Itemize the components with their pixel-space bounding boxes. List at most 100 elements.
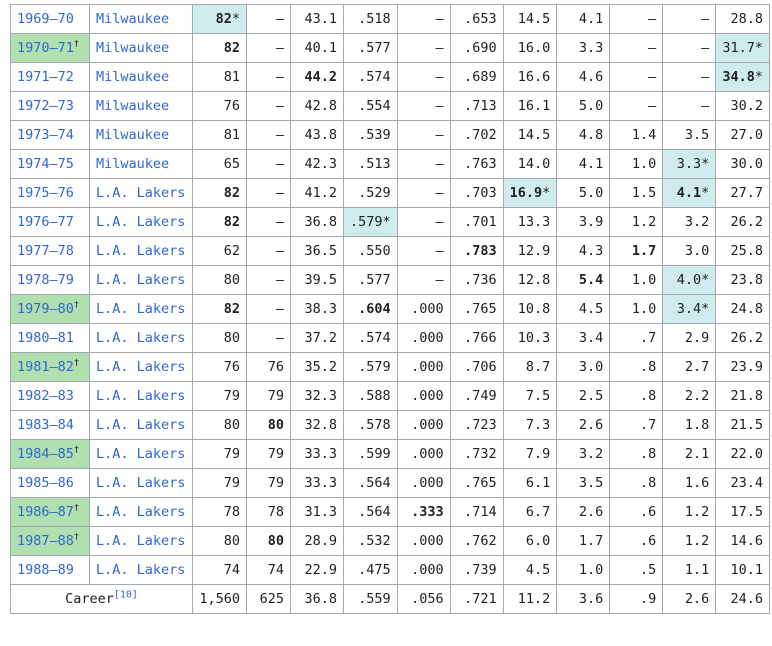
team-cell[interactable]: L.A. Lakers: [89, 381, 193, 411]
season-cell[interactable]: 1987–88†: [10, 526, 90, 556]
season-link[interactable]: 1987–88: [17, 533, 74, 549]
stat-rpg: 14.0: [502, 149, 558, 179]
stat-value: 4.5: [525, 562, 551, 578]
team-link[interactable]: L.A. Lakers: [96, 185, 185, 201]
season-cell[interactable]: 1986–87†: [10, 497, 90, 527]
league-leader-mark: *: [231, 11, 240, 27]
team-link[interactable]: Milwaukee: [96, 127, 169, 143]
season-link[interactable]: 1986–87: [17, 504, 74, 520]
season-cell[interactable]: 1980–81: [10, 323, 90, 353]
team-link[interactable]: L.A. Lakers: [96, 272, 185, 288]
team-cell[interactable]: L.A. Lakers: [89, 555, 193, 585]
team-link[interactable]: L.A. Lakers: [96, 214, 185, 230]
season-link[interactable]: 1970–71: [17, 40, 74, 56]
season-cell[interactable]: 1981–82†: [10, 352, 90, 382]
stat-value: .518: [358, 11, 391, 27]
season-cell[interactable]: 1978–79: [10, 265, 90, 295]
team-link[interactable]: L.A. Lakers: [96, 446, 185, 462]
stat-value: –: [275, 301, 284, 317]
stat-value: –: [701, 98, 710, 114]
team-cell[interactable]: Milwaukee: [89, 4, 193, 34]
team-link[interactable]: Milwaukee: [96, 40, 169, 56]
stat-value: 4.1: [676, 185, 702, 201]
team-cell[interactable]: L.A. Lakers: [89, 294, 193, 324]
stat-value: –: [275, 11, 284, 27]
stat-value: 30.0: [730, 156, 763, 172]
season-link[interactable]: 1974–75: [17, 156, 74, 172]
stat-ppg: 27.0: [715, 120, 770, 150]
team-link[interactable]: L.A. Lakers: [96, 475, 185, 491]
team-link[interactable]: Milwaukee: [96, 98, 169, 114]
season-cell[interactable]: 1988–89: [10, 555, 90, 585]
team-link[interactable]: L.A. Lakers: [96, 533, 185, 549]
stat-value: .564: [358, 504, 391, 520]
stat-value: 1.7: [578, 533, 604, 549]
season-cell[interactable]: 1979–80†: [10, 294, 90, 324]
team-cell[interactable]: L.A. Lakers: [89, 439, 193, 469]
team-link[interactable]: L.A. Lakers: [96, 301, 185, 317]
team-cell[interactable]: L.A. Lakers: [89, 410, 193, 440]
season-link[interactable]: 1983–84: [17, 417, 74, 433]
season-link[interactable]: 1984–85: [17, 446, 74, 462]
season-cell[interactable]: 1975–76: [10, 178, 90, 208]
season-link[interactable]: 1988–89: [17, 562, 74, 578]
season-link[interactable]: 1972–73: [17, 98, 74, 114]
season-cell[interactable]: 1974–75: [10, 149, 90, 179]
season-link[interactable]: 1978–79: [17, 272, 74, 288]
team-cell[interactable]: L.A. Lakers: [89, 497, 193, 527]
team-link[interactable]: L.A. Lakers: [96, 504, 185, 520]
season-cell[interactable]: 1983–84: [10, 410, 90, 440]
season-link[interactable]: 1971–72: [17, 69, 74, 85]
season-link[interactable]: 1982–83: [17, 388, 74, 404]
stat-mpg: 42.8: [290, 91, 344, 121]
season-link[interactable]: 1979–80: [17, 301, 74, 317]
season-cell[interactable]: 1984–85†: [10, 439, 90, 469]
stat-value: .000: [411, 330, 444, 346]
season-link[interactable]: 1973–74: [17, 127, 74, 143]
season-link[interactable]: 1985–86: [17, 475, 74, 491]
season-link[interactable]: 1977–78: [17, 243, 74, 259]
stat-value: 1.0: [631, 272, 657, 288]
team-cell[interactable]: L.A. Lakers: [89, 178, 193, 208]
team-link[interactable]: L.A. Lakers: [96, 330, 185, 346]
team-cell[interactable]: Milwaukee: [89, 62, 193, 92]
season-cell[interactable]: 1971–72: [10, 62, 90, 92]
team-cell[interactable]: Milwaukee: [89, 91, 193, 121]
team-cell[interactable]: L.A. Lakers: [89, 352, 193, 382]
season-cell[interactable]: 1969–70: [10, 4, 90, 34]
season-cell[interactable]: 1970–71†: [10, 33, 90, 63]
career-reference-link[interactable]: [10]: [114, 590, 138, 601]
stat-spg: .6: [609, 497, 664, 527]
stat-fg: .577: [343, 33, 398, 63]
team-cell[interactable]: Milwaukee: [89, 120, 193, 150]
season-link[interactable]: 1969–70: [17, 11, 74, 27]
team-cell[interactable]: L.A. Lakers: [89, 526, 193, 556]
team-cell[interactable]: L.A. Lakers: [89, 207, 193, 237]
stat-ppg: 21.5: [715, 410, 770, 440]
season-cell[interactable]: 1973–74: [10, 120, 90, 150]
team-link[interactable]: L.A. Lakers: [96, 243, 185, 259]
season-cell[interactable]: 1976–77: [10, 207, 90, 237]
season-cell[interactable]: 1977–78: [10, 236, 90, 266]
team-link[interactable]: Milwaukee: [96, 69, 169, 85]
team-cell[interactable]: L.A. Lakers: [89, 468, 193, 498]
team-cell[interactable]: Milwaukee: [89, 149, 193, 179]
season-link[interactable]: 1976–77: [17, 214, 74, 230]
team-link[interactable]: L.A. Lakers: [96, 359, 185, 375]
team-link[interactable]: Milwaukee: [96, 11, 169, 27]
season-cell[interactable]: 1972–73: [10, 91, 90, 121]
season-link[interactable]: 1980–81: [17, 330, 74, 346]
team-cell[interactable]: L.A. Lakers: [89, 265, 193, 295]
team-link[interactable]: Milwaukee: [96, 156, 169, 172]
team-cell[interactable]: L.A. Lakers: [89, 323, 193, 353]
team-link[interactable]: L.A. Lakers: [96, 388, 185, 404]
season-link[interactable]: 1975–76: [17, 185, 74, 201]
team-link[interactable]: L.A. Lakers: [96, 562, 185, 578]
team-cell[interactable]: L.A. Lakers: [89, 236, 193, 266]
team-cell[interactable]: Milwaukee: [89, 33, 193, 63]
stat-value: .579: [350, 214, 383, 230]
season-cell[interactable]: 1982–83: [10, 381, 90, 411]
team-link[interactable]: L.A. Lakers: [96, 417, 185, 433]
season-cell[interactable]: 1985–86: [10, 468, 90, 498]
season-link[interactable]: 1981–82: [17, 359, 74, 375]
